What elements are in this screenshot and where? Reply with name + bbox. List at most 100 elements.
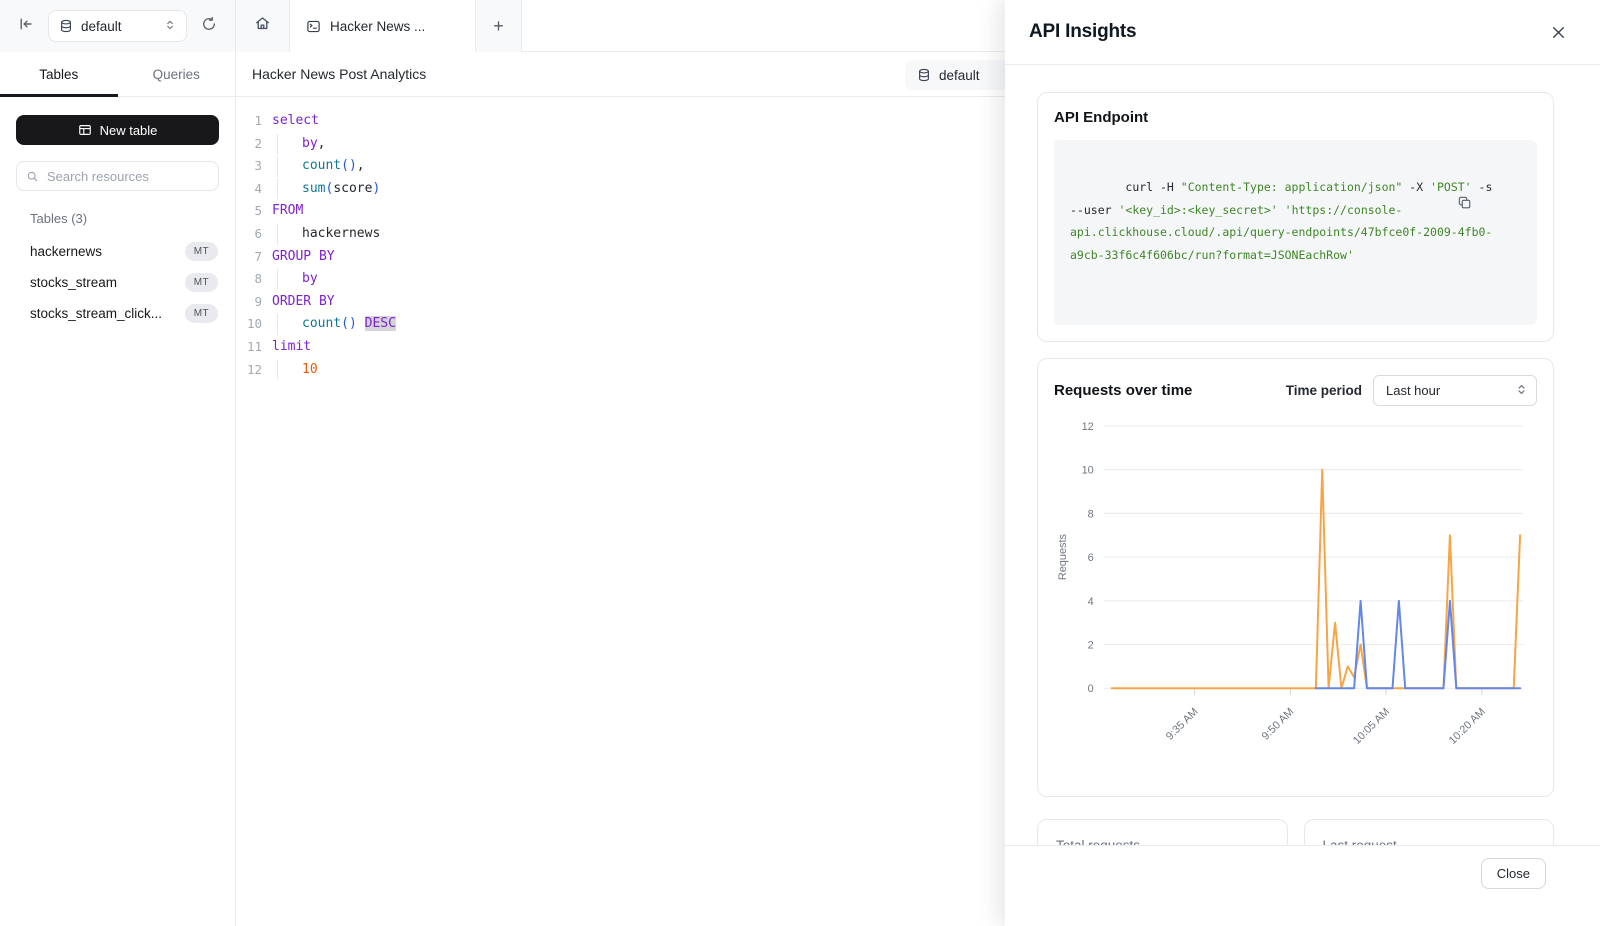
tab-queries[interactable]: Queries [118, 52, 236, 96]
tab-hacker-news[interactable]: Hacker News ... [290, 0, 476, 52]
line-number: 7 [236, 246, 262, 269]
collapse-sidebar-button[interactable] [12, 12, 40, 40]
line-number: 10 [236, 313, 262, 336]
code-line: 4 sum(score) [236, 178, 1005, 201]
code-line: 6 hackernews [236, 223, 1005, 246]
code-line-content: limit [272, 336, 311, 359]
line-number: 1 [236, 110, 262, 133]
code-line-content: select [272, 110, 319, 133]
tables-list: hackernewsMTstocks_streamMTstocks_stream… [16, 236, 219, 329]
svg-text:4: 4 [1088, 596, 1094, 608]
code-line: 9ORDER BY [236, 291, 1005, 314]
chevron-up-down-icon [164, 19, 176, 34]
code-lines: 1 select 2 by, 3 count(), 4 sum(score) 5 FROM 6 hac… [236, 110, 1005, 381]
code-line-content: count() DESC [272, 313, 396, 336]
svg-text:9:35 AM: 9:35 AM [1164, 706, 1201, 743]
tab-tables[interactable]: Tables [0, 52, 118, 96]
table-name: stocks_stream_click... [30, 306, 162, 321]
code-line-content: by [272, 268, 318, 291]
svg-text:10: 10 [1082, 465, 1094, 477]
refresh-icon [201, 16, 217, 37]
line-number: 2 [236, 133, 262, 156]
table-engine-badge: MT [185, 242, 218, 261]
table-grid-icon [78, 123, 92, 137]
home-icon [254, 15, 271, 37]
svg-text:8: 8 [1088, 508, 1094, 520]
code-line: 3 count(), [236, 155, 1005, 178]
refresh-button[interactable] [195, 12, 223, 40]
code-line: 8 by [236, 268, 1005, 291]
svg-text:2: 2 [1088, 639, 1094, 651]
code-line-content: 10 [272, 359, 318, 382]
table-list-item[interactable]: stocks_stream MT [16, 267, 219, 298]
table-engine-badge: MT [185, 304, 218, 323]
table-name: stocks_stream [30, 275, 117, 290]
line-number: 3 [236, 155, 262, 178]
svg-text:6: 6 [1088, 552, 1094, 564]
line-number: 4 [236, 178, 262, 201]
svg-text:9:50 AM: 9:50 AM [1260, 706, 1297, 743]
curl-command: curl -H "Content-Type: application/json"… [1070, 180, 1499, 261]
table-engine-badge: MT [185, 273, 218, 292]
code-line: 5 FROM [236, 200, 1005, 223]
database-icon [59, 19, 73, 33]
code-line-content: FROM [272, 200, 303, 223]
code-line: 2 by, [236, 133, 1005, 156]
api-endpoint-card: API Endpoint curl -H "Content-Type: appl… [1037, 92, 1554, 342]
time-period-value: Last hour [1386, 383, 1440, 398]
workspace-toolbar: default [0, 0, 236, 52]
code-line-content: GROUP BY [272, 246, 335, 269]
svg-text:Requests: Requests [1057, 533, 1069, 580]
copy-icon [1457, 195, 1526, 210]
arrow-left-to-line-icon [18, 16, 34, 37]
plus-icon: + [493, 16, 504, 37]
search-icon [26, 170, 39, 183]
svg-text:10:20 AM: 10:20 AM [1447, 706, 1488, 747]
copy-button[interactable] [1457, 150, 1526, 255]
requests-line-chart: 024681012Requests9:35 AM9:50 AM10:05 AM1… [1054, 414, 1537, 792]
line-number: 9 [236, 291, 262, 314]
requests-over-time-card: Requests over time Time period Last hour… [1037, 358, 1554, 797]
close-panel-button[interactable] [1544, 18, 1572, 46]
requests-chart-title: Requests over time [1054, 382, 1192, 399]
editor-database-value: default [939, 68, 980, 83]
panel-footer: Close [1005, 845, 1600, 926]
panel-body: API Endpoint curl -H "Content-Type: appl… [1005, 66, 1600, 926]
tables-section-label: Tables (3) [30, 211, 219, 226]
curl-command-block: curl -H "Content-Type: application/json"… [1054, 140, 1537, 325]
tab-title: Hacker News ... [330, 19, 425, 34]
table-name: hackernews [30, 244, 102, 259]
line-number: 5 [236, 200, 262, 223]
sql-editor[interactable]: 1 select 2 by, 3 count(), 4 sum(score) 5 FROM 6 hac… [236, 97, 1005, 926]
new-tab-button[interactable]: + [476, 0, 522, 52]
line-number: 6 [236, 223, 262, 246]
database-selector-value: default [81, 19, 122, 34]
code-line: 1 select [236, 110, 1005, 133]
home-tab-button[interactable] [236, 0, 290, 52]
line-number: 8 [236, 268, 262, 291]
table-list-item[interactable]: hackernews MT [16, 236, 219, 267]
code-line: 10 count() DESC [236, 313, 1005, 336]
panel-title: API Insights [1029, 21, 1136, 43]
sidebar-tabs: Tables Queries [0, 52, 235, 97]
database-selector[interactable]: default [48, 10, 187, 42]
svg-text:10:05 AM: 10:05 AM [1351, 706, 1392, 747]
new-table-button[interactable]: New table [16, 115, 219, 145]
api-insights-panel: API Insights API Endpoint curl -H "Conte… [1005, 0, 1600, 926]
code-line-content: sum(score) [272, 178, 380, 201]
code-line-content: hackernews [272, 223, 380, 246]
table-list-item[interactable]: stocks_stream_click... MT [16, 298, 219, 329]
sidebar: Tables Queries New table Tables (3) hack… [0, 52, 236, 926]
code-line-content: by, [272, 133, 325, 156]
code-line: 11limit [236, 336, 1005, 359]
time-period-label: Time period [1286, 383, 1362, 398]
close-button[interactable]: Close [1481, 858, 1546, 889]
panel-header: API Insights [1005, 0, 1600, 65]
code-line: 7 GROUP BY [236, 246, 1005, 269]
search-resources-input[interactable] [47, 169, 223, 184]
search-resources-box [16, 161, 219, 191]
database-icon [917, 68, 931, 82]
code-line-content: count(), [272, 155, 365, 178]
time-period-select[interactable]: Last hour [1373, 375, 1537, 406]
console-tab-icon [306, 19, 321, 34]
